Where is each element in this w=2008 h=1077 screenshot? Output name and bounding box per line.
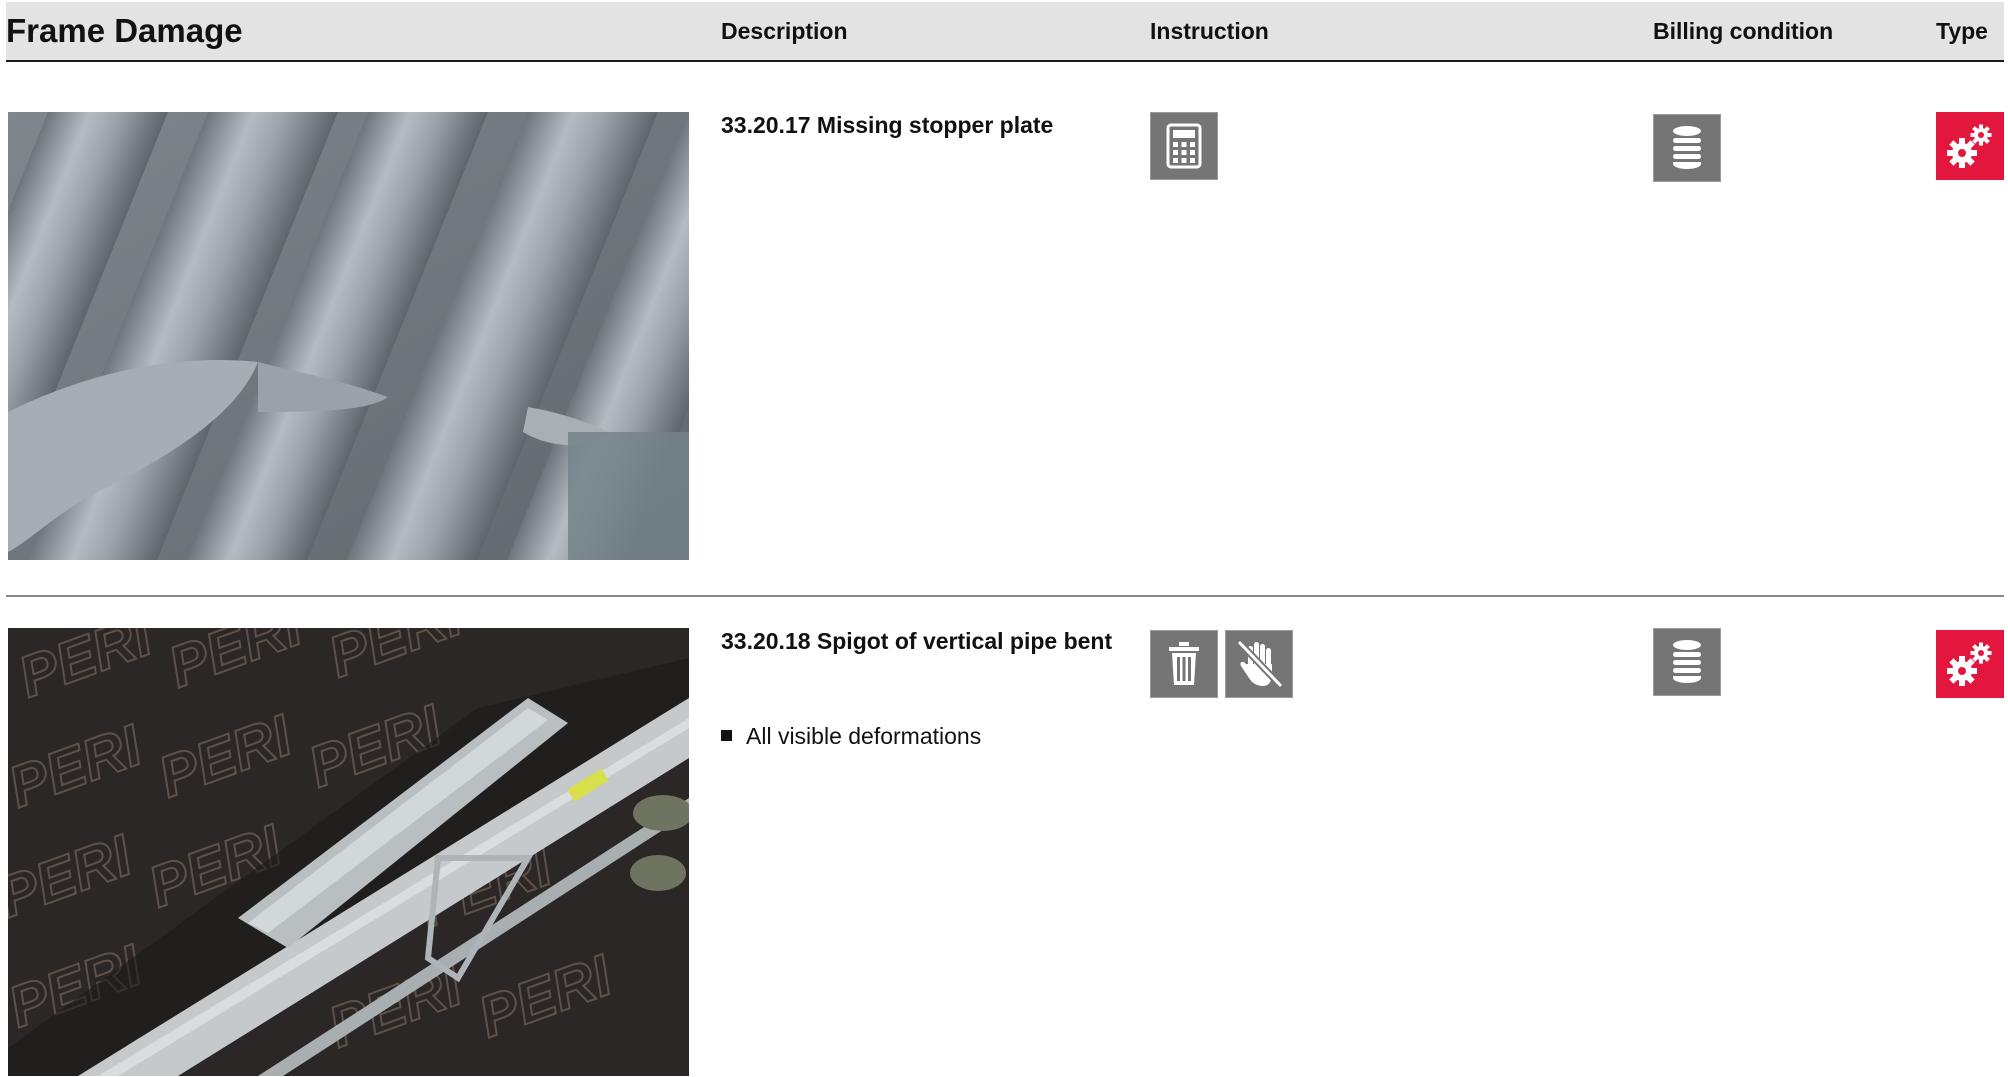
page-title: Frame Damage <box>6 12 243 49</box>
trash-icon <box>1150 630 1218 698</box>
bullet-item: All visible deformations <box>721 723 981 750</box>
gears-icon <box>1936 112 2004 180</box>
column-header-instruction: Instruction <box>1150 18 1269 44</box>
calculator-icon <box>1150 112 1218 180</box>
coin-stack-icon <box>1653 628 1721 696</box>
damage-photo-missing-stopper-plate <box>8 112 689 560</box>
coin-stack-icon <box>1653 114 1721 182</box>
column-header-type: Type <box>1936 18 1988 44</box>
damage-row-spigot-bent: PERI PERI PERI PERI PERI PERI PERI PERI … <box>6 628 2004 1077</box>
no-hand-icon <box>1225 630 1293 698</box>
damage-photo-spigot-bent: PERI PERI PERI PERI PERI PERI PERI PERI … <box>8 628 689 1076</box>
table-header: Frame Damage Description Instruction Bil… <box>6 2 2004 62</box>
bullet-square-icon <box>721 730 732 742</box>
gears-icon <box>1936 630 2004 698</box>
damage-row-missing-stopper-plate: 33.20.17 Missing stopper plate <box>6 112 2004 560</box>
row-divider <box>6 595 2004 597</box>
damage-title: 33.20.18 Spigot of vertical pipe bent <box>721 628 1113 654</box>
damage-title: 33.20.17 Missing stopper plate <box>721 112 1054 138</box>
column-header-billing-condition: Billing condition <box>1653 18 1834 44</box>
column-header-description: Description <box>721 18 848 44</box>
bullet-text: All visible deformations <box>746 723 982 749</box>
